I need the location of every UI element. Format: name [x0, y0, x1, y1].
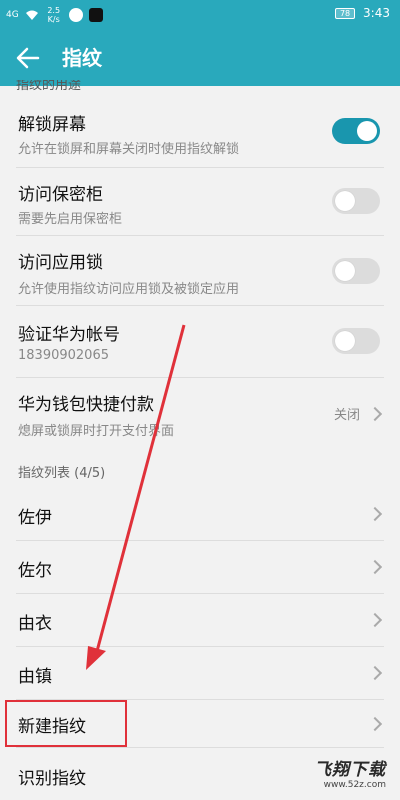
watermark-logo: 飞翔下载 [314, 760, 386, 780]
signal-indicator: 4G [6, 10, 19, 20]
huawei-account-toggle[interactable] [332, 328, 380, 354]
fingerprint-item[interactable]: 由衣 [0, 594, 400, 647]
chevron-right-icon [367, 506, 383, 522]
watermark-url: www.52z.com [323, 780, 386, 790]
setting-title: 华为钱包快捷付款 [18, 395, 154, 415]
fingerprint-item[interactable]: 由镇 [0, 647, 400, 700]
chevron-right-icon [367, 665, 383, 681]
setting-subtitle: 熄屏或锁屏时打开支付界面 [18, 424, 175, 439]
safe-box-toggle[interactable] [332, 188, 380, 214]
setting-title: 访问应用锁 [18, 253, 103, 273]
toggle-knob [357, 121, 377, 141]
setting-title: 访问保密柜 [18, 185, 103, 205]
setting-safe-box[interactable]: 访问保密柜 需要先启用保密柜 [0, 168, 400, 236]
fingerprint-name: 佐伊 [18, 508, 52, 528]
back-arrow-icon[interactable] [14, 44, 42, 72]
app-lock-toggle[interactable] [332, 258, 380, 284]
chevron-right-icon [367, 716, 383, 732]
chevron-right-icon [367, 612, 383, 628]
chevron-right-icon [367, 406, 383, 422]
setting-unlock-screen[interactable]: 解锁屏幕 允许在锁屏和屏幕关闭时使用指纹解锁 [0, 96, 400, 168]
network-speed: 2.5 K/s [47, 6, 61, 24]
fingerprint-name: 佐尔 [18, 561, 52, 581]
status-bar: 4G 2.5 K/s 78 3:43 [0, 0, 400, 30]
setting-title: 验证华为帐号 [18, 325, 120, 345]
toggle-knob [335, 331, 355, 351]
watermark: 飞翔下载 www.52z.com [314, 755, 386, 790]
partial-section-header: 指纹的用途 [16, 80, 82, 92]
account-number: 18390902065 [18, 348, 109, 363]
identify-fingerprint-label: 识别指纹 [18, 769, 86, 789]
tiktok-icon [88, 8, 103, 22]
toggle-knob [335, 261, 355, 281]
fingerprint-name: 由衣 [18, 614, 52, 634]
setting-huawei-wallet[interactable]: 华为钱包快捷付款 熄屏或锁屏时打开支付界面 关闭 [0, 378, 400, 450]
wifi-icon [25, 10, 38, 20]
highlight-box [5, 700, 127, 747]
fingerprint-list-header: 指纹列表 (4/5) [18, 466, 106, 481]
fingerprint-name: 由镇 [18, 667, 52, 687]
fingerprint-item[interactable]: 佐尔 [0, 541, 400, 594]
wallet-status: 关闭 [333, 408, 360, 423]
setting-app-lock[interactable]: 访问应用锁 允许使用指纹访问应用锁及被锁定应用 [0, 236, 400, 306]
battery-icon: 78 [335, 7, 356, 19]
status-right: 78 3:43 [335, 6, 390, 20]
unlock-screen-toggle[interactable] [332, 118, 380, 144]
setting-huawei-account[interactable]: 验证华为帐号 18390902065 [0, 306, 400, 378]
setting-subtitle: 允许使用指纹访问应用锁及被锁定应用 [18, 282, 240, 297]
fingerprint-item[interactable]: 佐伊 [0, 488, 400, 541]
toggle-knob [335, 191, 355, 211]
setting-subtitle: 允许在锁屏和屏幕关闭时使用指纹解锁 [18, 142, 240, 157]
setting-subtitle: 需要先启用保密柜 [18, 212, 123, 227]
setting-title: 解锁屏幕 [18, 115, 86, 135]
app-bar: 指纹 [0, 30, 400, 86]
page-title: 指纹 [62, 46, 102, 70]
status-left: 4G 2.5 K/s [6, 4, 103, 26]
chevron-right-icon [367, 559, 383, 575]
app-notification-icon [68, 8, 83, 22]
clock: 3:43 [363, 6, 390, 20]
